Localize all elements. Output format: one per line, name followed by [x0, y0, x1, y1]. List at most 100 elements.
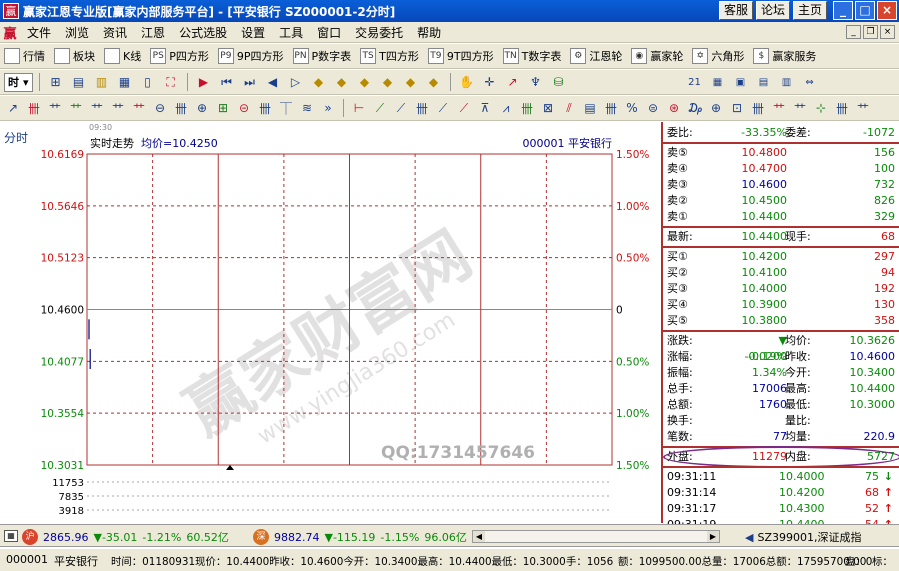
draw-tool-icon-22[interactable]: ⊼ [476, 98, 494, 118]
view-button-3[interactable]: PS P四方形 [150, 48, 209, 64]
view-button-8[interactable]: TN T数字表 [502, 48, 561, 64]
view-button-4[interactable]: P9 9P四方形 [217, 48, 284, 64]
draw-tool-icon-31[interactable]: ⊛ [665, 98, 683, 118]
customer-service-link[interactable]: 客服 [718, 1, 753, 20]
draw-tool-icon-30[interactable]: ⊜ [644, 98, 662, 118]
tool-icon-0[interactable]: ⊞ [46, 72, 66, 92]
period-dropdown[interactable]: 时 ▾ [4, 72, 33, 92]
draw-tool-icon-3[interactable]: ⺾ [67, 98, 85, 118]
tool-icon-1[interactable]: ▤ [69, 72, 89, 92]
tool-icon-14[interactable]: ◆ [378, 72, 398, 92]
menu-browse[interactable]: 浏览 [58, 24, 96, 41]
scroll-right-icon[interactable]: ▶ [707, 531, 719, 542]
horizontal-scrollbar[interactable]: ◀ ▶ [472, 530, 720, 543]
tool-icon-10[interactable]: ▷ [286, 72, 306, 92]
draw-tool-icon-14[interactable]: ≋ [298, 98, 316, 118]
view-button-1[interactable]: 板块 [54, 48, 95, 64]
right-tool-icon-3[interactable]: ▤ [754, 72, 774, 92]
draw-tool-icon-40[interactable]: ⺾ [854, 98, 872, 118]
menu-news[interactable]: 资讯 [96, 24, 134, 41]
grid-icon[interactable]: ▦ [4, 530, 18, 542]
minimize-button[interactable]: _ [833, 1, 853, 20]
draw-tool-icon-13[interactable]: ⏉ [277, 98, 295, 118]
draw-tool-icon-34[interactable]: ⊡ [728, 98, 746, 118]
draw-tool-icon-10[interactable]: ⊞ [214, 98, 232, 118]
draw-tool-icon-23[interactable]: ⩘ [497, 98, 515, 118]
tool-icon-4[interactable]: ▯ [138, 72, 158, 92]
draw-tool-icon-21[interactable]: ⟋ [455, 98, 473, 118]
draw-tool-icon-20[interactable]: ⟋ [434, 98, 452, 118]
view-button-0[interactable]: 行情 [4, 48, 45, 64]
tool-icon-21[interactable]: ⛁ [549, 72, 569, 92]
menu-tools[interactable]: 工具 [272, 24, 310, 41]
view-button-7[interactable]: T9 9T四方形 [427, 48, 494, 64]
mdi-close-button[interactable]: × [880, 25, 895, 39]
draw-tool-icon-24[interactable]: 卌 [518, 98, 536, 118]
draw-tool-icon-17[interactable]: ⟋ [371, 98, 389, 118]
right-tool-icon-2[interactable]: ▣ [731, 72, 751, 92]
draw-tool-icon-7[interactable]: ⊖ [151, 98, 169, 118]
draw-tool-icon-0[interactable]: ↗ [4, 98, 22, 118]
tool-icon-11[interactable]: ◆ [309, 72, 329, 92]
draw-tool-icon-2[interactable]: ⺾ [46, 98, 64, 118]
tool-icon-13[interactable]: ◆ [355, 72, 375, 92]
draw-tool-icon-32[interactable]: ₯ [686, 98, 704, 118]
draw-tool-icon-15[interactable]: » [319, 98, 337, 118]
tool-icon-5[interactable]: ⛶ [161, 72, 181, 92]
scroll-left-icon[interactable]: ◀ [473, 531, 485, 542]
tool-icon-19[interactable]: ↗ [503, 72, 523, 92]
tool-icon-3[interactable]: ▦ [115, 72, 135, 92]
draw-tool-icon-38[interactable]: ⊹ [812, 98, 830, 118]
draw-tool-icon-9[interactable]: ⊕ [193, 98, 211, 118]
tool-icon-2[interactable]: ▥ [92, 72, 112, 92]
right-tool-icon-0[interactable]: 21 [685, 72, 705, 92]
forum-link[interactable]: 论坛 [755, 1, 790, 20]
maximize-button[interactable]: □ [855, 1, 875, 20]
draw-tool-icon-36[interactable]: ⺾ [770, 98, 788, 118]
draw-tool-icon-6[interactable]: ⺾ [130, 98, 148, 118]
intraday-chart[interactable]: 赢家财富网www.yingjia360.com实时走势 均价=10.4250 000… [0, 122, 660, 523]
tool-icon-6[interactable]: ▶ [194, 72, 214, 92]
view-button-2[interactable]: K线 [104, 48, 141, 64]
tool-icon-9[interactable]: ◀ [263, 72, 283, 92]
draw-tool-icon-26[interactable]: ⫽ [560, 98, 578, 118]
draw-tool-icon-35[interactable]: 卌 [749, 98, 767, 118]
tool-icon-12[interactable]: ◆ [332, 72, 352, 92]
menu-gann[interactable]: 江恩 [134, 24, 172, 41]
close-button[interactable]: × [877, 1, 897, 20]
homepage-link[interactable]: 主页 [792, 1, 827, 20]
tool-icon-17[interactable]: ✋ [457, 72, 477, 92]
draw-tool-icon-18[interactable]: ⟋ [392, 98, 410, 118]
menu-help[interactable]: 帮助 [410, 24, 448, 41]
draw-tool-icon-11[interactable]: ⊝ [235, 98, 253, 118]
menu-logo-icon[interactable]: 赢 [0, 23, 20, 42]
right-tool-icon-1[interactable]: ▦ [708, 72, 728, 92]
menu-file[interactable]: 文件 [20, 24, 58, 41]
view-button-6[interactable]: TS T四方形 [360, 48, 419, 64]
view-button-10[interactable]: ◉ 赢家轮 [631, 48, 683, 64]
tool-icon-16[interactable]: ◆ [424, 72, 444, 92]
view-button-9[interactable]: ⚙ 江恩轮 [570, 48, 622, 64]
draw-tool-icon-16[interactable]: ⊢ [350, 98, 368, 118]
draw-tool-icon-25[interactable]: ⊠ [539, 98, 557, 118]
draw-tool-icon-27[interactable]: ▤ [581, 98, 599, 118]
draw-tool-icon-39[interactable]: 卌 [833, 98, 851, 118]
draw-tool-icon-19[interactable]: 卌 [413, 98, 431, 118]
right-tool-icon-4[interactable]: ▥ [777, 72, 797, 92]
sh-index[interactable]: 沪 2865.96 ▼-35.01 -1.21% 60.52亿 [22, 529, 229, 545]
draw-tool-icon-1[interactable]: 卌 [25, 98, 43, 118]
tool-icon-15[interactable]: ◆ [401, 72, 421, 92]
menu-trade[interactable]: 交易委托 [348, 24, 410, 41]
menu-settings[interactable]: 设置 [234, 24, 272, 41]
draw-tool-icon-29[interactable]: % [623, 98, 641, 118]
view-button-12[interactable]: $ 赢家服务 [753, 48, 816, 64]
menu-formula-screen[interactable]: 公式选股 [172, 24, 234, 41]
draw-tool-icon-5[interactable]: ⺾ [109, 98, 127, 118]
right-tool-icon-5[interactable]: ⇔ [800, 72, 820, 92]
menu-window[interactable]: 窗口 [310, 24, 348, 41]
index-code[interactable]: ◀ SZ399001,深证成指 [745, 529, 861, 545]
mdi-restore-button[interactable]: ❐ [863, 25, 878, 39]
tool-icon-7[interactable]: ⏮ [217, 72, 237, 92]
mdi-minimize-button[interactable]: _ [846, 25, 861, 39]
tool-icon-18[interactable]: ✛ [480, 72, 500, 92]
